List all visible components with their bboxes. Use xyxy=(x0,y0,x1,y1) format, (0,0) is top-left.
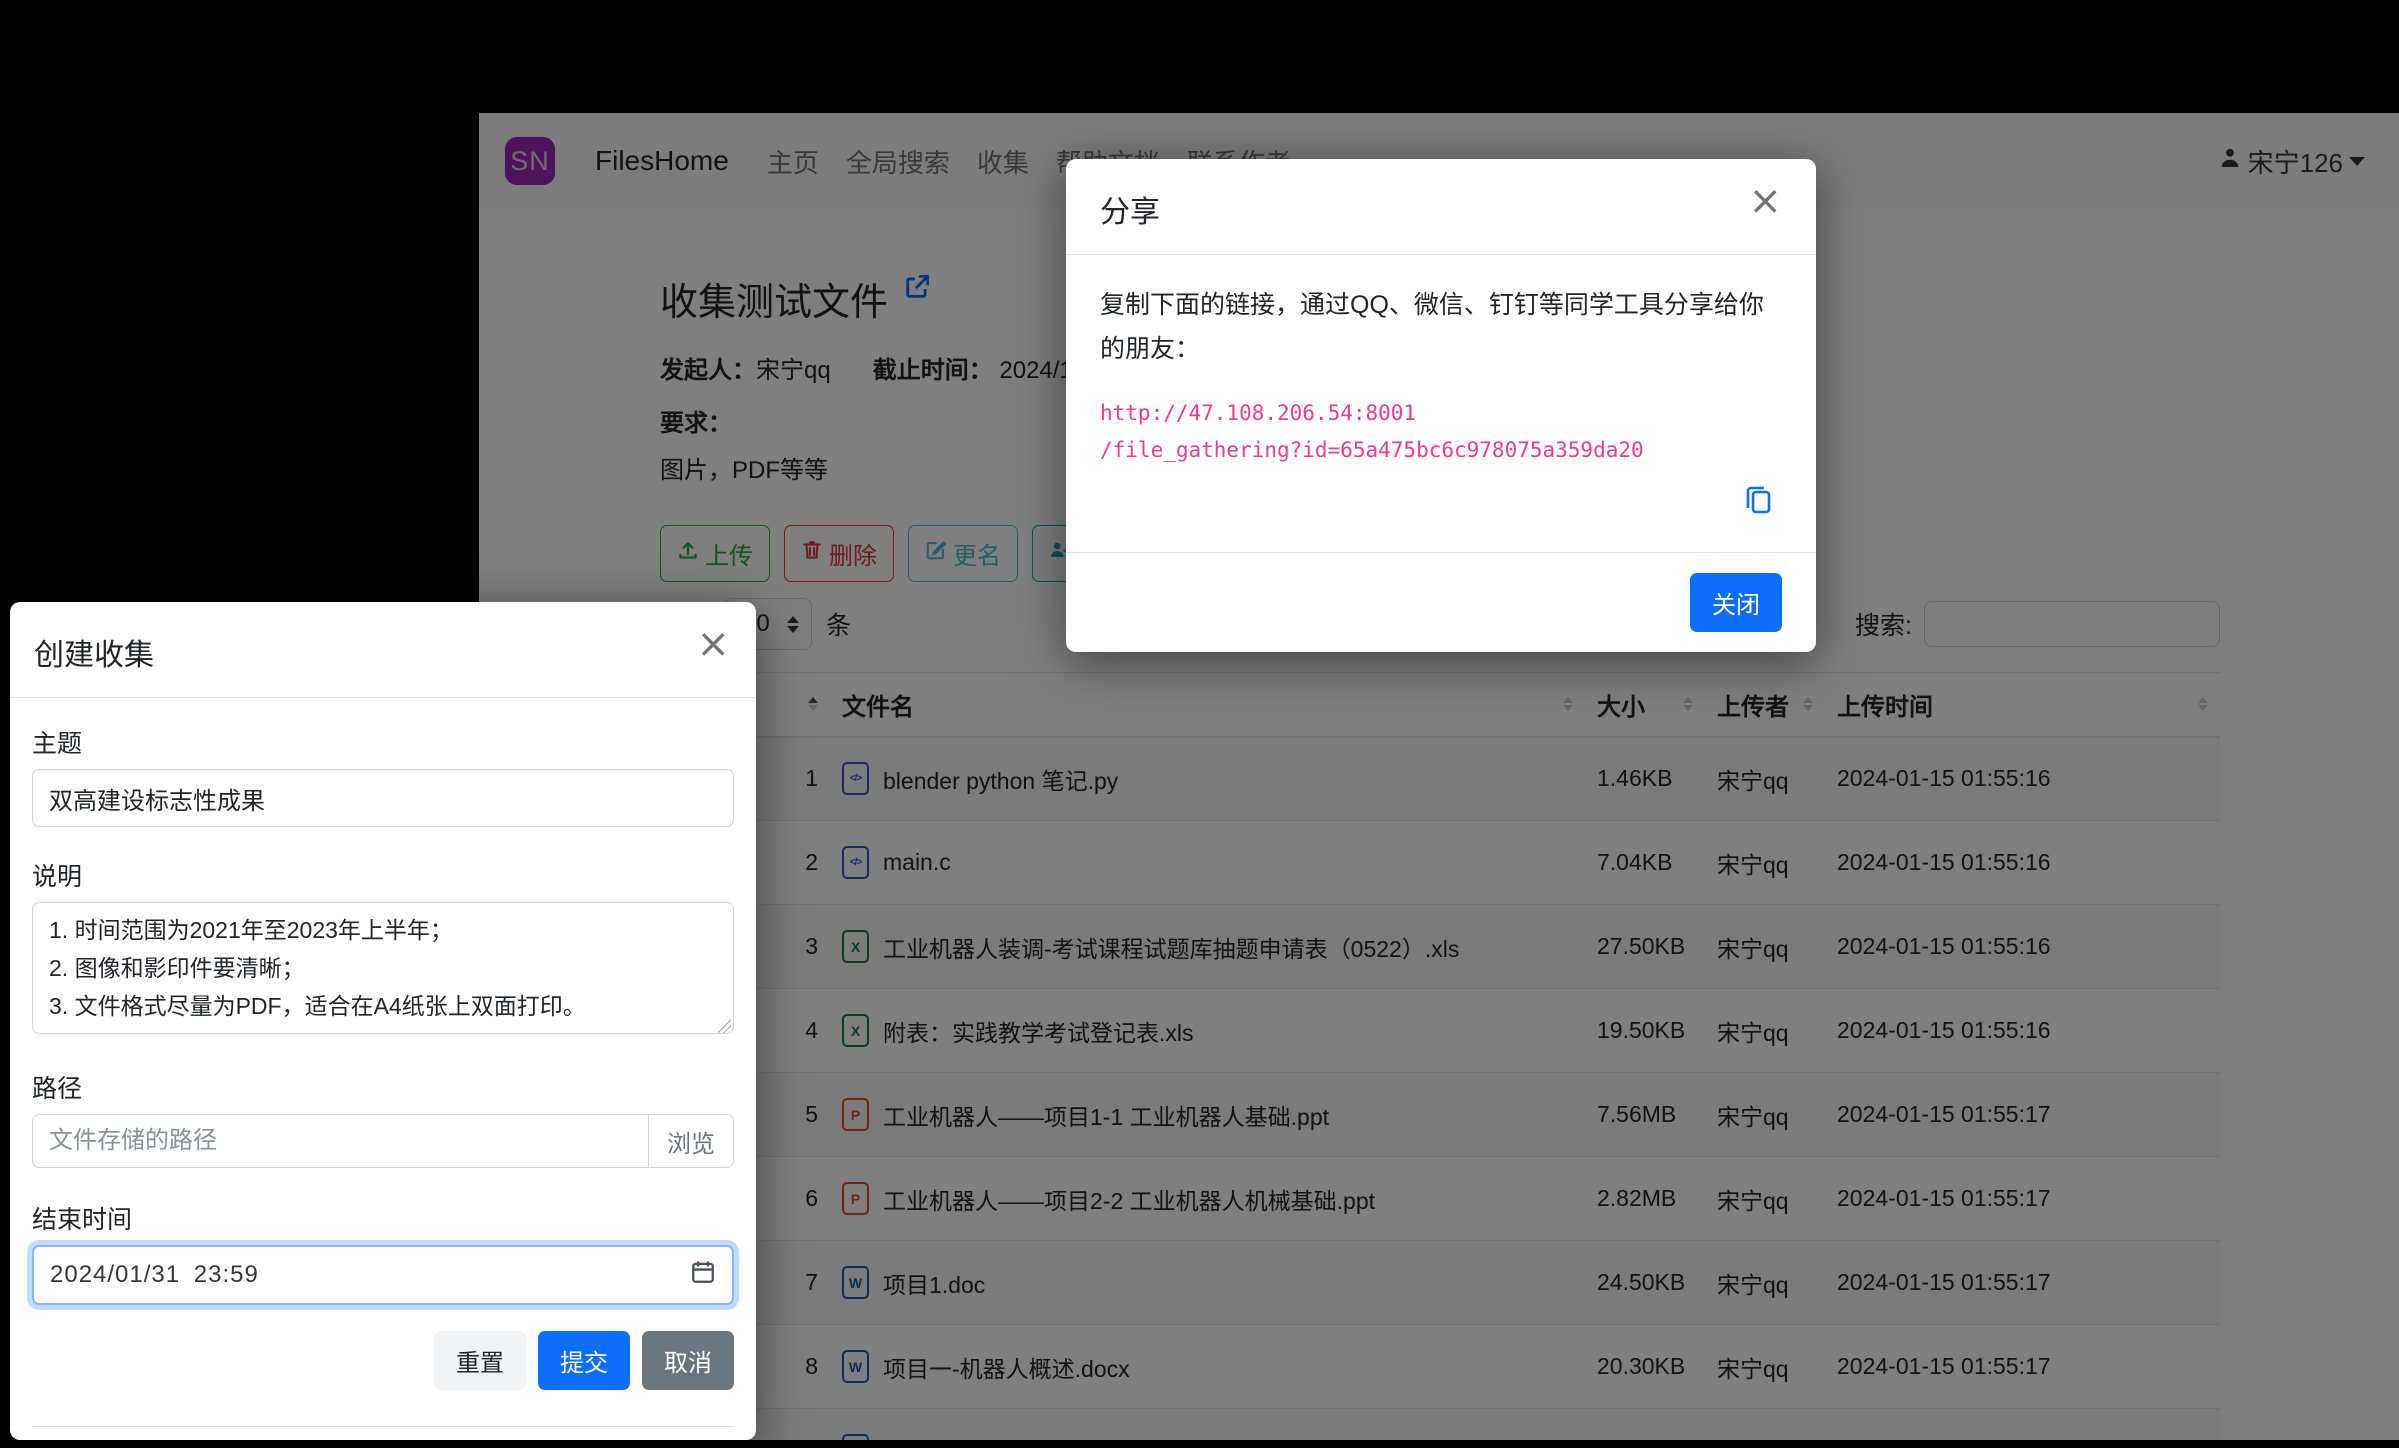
calendar-icon xyxy=(690,1259,716,1292)
share-close-button[interactable]: 关闭 xyxy=(1690,573,1782,632)
share-modal: 分享 × 复制下面的链接，通过QQ、微信、钉钉等同学工具分享给你的朋友： htt… xyxy=(1066,159,1816,652)
subject-input[interactable]: 双高建设标志性成果 xyxy=(32,769,734,827)
share-link[interactable]: http://47.108.206.54:8001 /file_gatherin… xyxy=(1100,395,1782,469)
reset-button[interactable]: 重置 xyxy=(434,1331,526,1390)
copy-icon[interactable] xyxy=(1742,483,1774,520)
endtime-input[interactable]: 2024/01/31 23:59 xyxy=(32,1245,734,1305)
endtime-label: 结束时间 xyxy=(32,1200,734,1236)
cancel-button[interactable]: 取消 xyxy=(642,1331,734,1390)
description-textarea[interactable]: 1. 时间范围为2021年至2023年上半年； 2. 图像和影印件要清晰； 3.… xyxy=(32,902,734,1034)
path-input[interactable] xyxy=(32,1114,648,1168)
browse-button[interactable]: 浏览 xyxy=(648,1114,734,1168)
screen: SN FilesHome 主页 全局搜索 收集 帮助文档 联系作者 宋宁126 … xyxy=(0,0,2399,1448)
modal-footer-divider xyxy=(32,1426,734,1440)
share-instructions: 复制下面的链接，通过QQ、微信、钉钉等同学工具分享给你的朋友： xyxy=(1100,283,1782,371)
submit-button[interactable]: 提交 xyxy=(538,1331,630,1390)
create-modal-title: 创建收集 xyxy=(34,630,154,674)
description-label: 说明 xyxy=(32,857,734,893)
subject-label: 主题 xyxy=(32,724,734,760)
close-icon[interactable]: × xyxy=(1748,187,1782,215)
close-icon[interactable]: × xyxy=(696,630,730,658)
share-modal-title: 分享 xyxy=(1100,187,1160,231)
path-label: 路径 xyxy=(32,1069,734,1105)
endtime-value: 2024/01/31 23:59 xyxy=(50,1261,259,1289)
create-collection-modal: 创建收集 × 主题 双高建设标志性成果 说明 1. 时间范围为2021年至202… xyxy=(10,602,756,1440)
